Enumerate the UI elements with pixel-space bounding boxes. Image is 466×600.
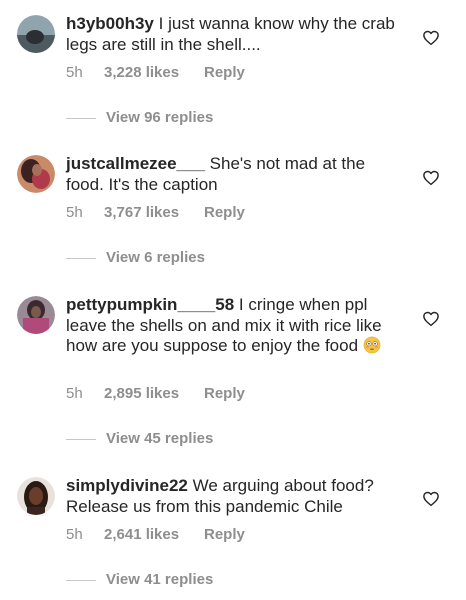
view-replies-label: View 6 replies [106,249,205,266]
reply-button[interactable]: Reply [204,385,245,402]
likes-count[interactable]: 3,767 likes [104,204,204,221]
avatar-image [17,155,55,193]
view-replies-button[interactable]: View 41 replies [66,571,213,588]
heart-outline-icon[interactable] [422,310,440,328]
comment-text: simplydivine22 We arguing about food? Re… [66,476,396,517]
comment-meta: 5h 2,895 likes Reply [66,385,245,402]
comment-username[interactable]: h3yb00h3y [66,14,154,33]
likes-count[interactable]: 3,228 likes [104,64,204,81]
view-replies-button[interactable]: View 6 replies [66,249,205,266]
replies-divider-line [66,438,96,440]
comment-text: pettypumpkin____58 I cringe when ppl lea… [66,295,396,357]
view-replies-button[interactable]: View 96 replies [66,109,213,126]
avatar[interactable] [17,477,55,515]
likes-count[interactable]: 2,641 likes [104,526,204,543]
comment-time: 5h [66,526,83,543]
avatar-image [17,477,55,515]
replies-divider-line [66,257,96,259]
view-replies-label: View 96 replies [106,109,214,126]
avatar[interactable] [17,155,55,193]
comment-username[interactable]: simplydivine22 [66,476,188,495]
view-replies-button[interactable]: View 45 replies [66,430,213,447]
heart-outline-icon[interactable] [422,29,440,47]
comment-time: 5h [66,385,83,402]
replies-divider-line [66,117,96,119]
comment-meta: 5h 3,767 likes Reply [66,204,245,221]
view-replies-label: View 45 replies [106,430,214,447]
avatar[interactable] [17,15,55,53]
comment-username[interactable]: pettypumpkin____58 [66,295,234,314]
reply-button[interactable]: Reply [204,204,245,221]
avatar[interactable] [17,296,55,334]
comment-meta: 5h 2,641 likes Reply [66,526,245,543]
heart-outline-icon[interactable] [422,169,440,187]
comment-text: h3yb00h3y I just wanna know why the crab… [66,14,396,55]
comment-meta: 5h 3,228 likes Reply [66,64,245,81]
replies-divider-line [66,579,96,581]
flushed-face-emoji [363,336,381,354]
heart-outline-icon[interactable] [422,490,440,508]
reply-button[interactable]: Reply [204,64,245,81]
comment-username[interactable]: justcallmezee___ [66,154,205,173]
avatar-image [17,296,55,334]
comment-time: 5h [66,204,83,221]
view-replies-label: View 41 replies [106,571,214,588]
likes-count[interactable]: 2,895 likes [104,385,204,402]
reply-button[interactable]: Reply [204,526,245,543]
comment-text: justcallmezee___ She's not mad at the fo… [66,154,396,195]
avatar-image [17,15,55,53]
comment-time: 5h [66,64,83,81]
